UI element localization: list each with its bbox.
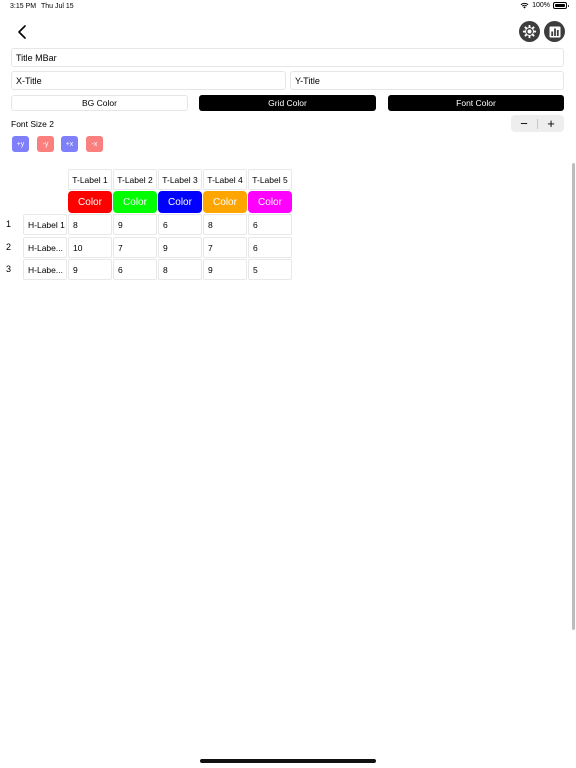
grid-color-button[interactable]: Grid Color — [199, 95, 376, 111]
font-size-label: Font Size 2 — [11, 119, 54, 129]
value-cell[interactable]: 9 — [113, 214, 157, 235]
font-size-stepper: − + — [511, 115, 564, 132]
row-number: 2 — [6, 242, 12, 252]
value-cell[interactable]: 6 — [248, 237, 292, 258]
value-cell[interactable]: 9 — [203, 259, 247, 280]
series-color-button[interactable]: Color — [203, 191, 247, 213]
chevron-left-icon — [18, 25, 26, 39]
value-cell[interactable]: 10 — [68, 237, 112, 258]
row-number: 1 — [6, 219, 12, 229]
home-indicator — [200, 759, 376, 763]
column-header[interactable]: T-Label 1 — [68, 169, 112, 190]
back-button[interactable] — [12, 22, 32, 42]
chart-button[interactable] — [544, 21, 565, 42]
column-header[interactable]: T-Label 4 — [203, 169, 247, 190]
value-cell[interactable]: 9 — [158, 237, 202, 258]
value-cell[interactable]: 8 — [68, 214, 112, 235]
value-cell[interactable]: 9 — [68, 259, 112, 280]
value-cell[interactable]: 6 — [113, 259, 157, 280]
font-color-button[interactable]: Font Color — [388, 95, 564, 111]
status-indicators: 100% — [520, 2, 569, 9]
battery-icon — [553, 2, 569, 9]
row-number: 3 — [6, 264, 12, 274]
column-header[interactable]: T-Label 5 — [248, 169, 292, 190]
value-cell[interactable]: 8 — [203, 214, 247, 235]
value-cell[interactable]: 7 — [203, 237, 247, 258]
value-cell[interactable]: 6 — [158, 214, 202, 235]
scrollbar[interactable] — [572, 163, 575, 630]
battery-percent: 100% — [532, 2, 550, 9]
status-time: 3:15 PM — [10, 3, 37, 10]
series-color-button[interactable]: Color — [158, 191, 202, 213]
bar-chart-icon — [549, 26, 560, 37]
wifi-icon — [520, 2, 529, 9]
x-title-input[interactable] — [11, 71, 286, 90]
status-bar: 3:15 PM Thu Jul 15 100% — [0, 0, 576, 14]
remove-x-button[interactable]: -x — [86, 136, 103, 152]
row-label[interactable]: H-Label 1 — [23, 214, 67, 235]
series-color-button[interactable]: Color — [248, 191, 292, 213]
series-color-button[interactable]: Color — [68, 191, 112, 213]
value-cell[interactable]: 7 — [113, 237, 157, 258]
value-cell[interactable]: 5 — [248, 259, 292, 280]
settings-button[interactable] — [519, 21, 540, 42]
column-header[interactable]: T-Label 2 — [113, 169, 157, 190]
remove-y-button[interactable]: -y — [37, 136, 54, 152]
value-cell[interactable]: 6 — [248, 214, 292, 235]
row-label[interactable]: H-Labe... — [23, 237, 67, 258]
chart-title-input[interactable] — [11, 48, 564, 67]
increase-font-button[interactable]: + — [538, 115, 564, 132]
y-title-input[interactable] — [290, 71, 564, 90]
row-label[interactable]: H-Labe... — [23, 259, 67, 280]
add-y-button[interactable]: +y — [12, 136, 29, 152]
series-color-button[interactable]: Color — [113, 191, 157, 213]
status-date: Thu Jul 15 — [41, 3, 74, 10]
column-header[interactable]: T-Label 3 — [158, 169, 202, 190]
bg-color-button[interactable]: BG Color — [11, 95, 188, 111]
gear-icon — [522, 24, 537, 39]
value-cell[interactable]: 8 — [158, 259, 202, 280]
add-x-button[interactable]: +x — [61, 136, 78, 152]
decrease-font-button[interactable]: − — [511, 115, 537, 132]
